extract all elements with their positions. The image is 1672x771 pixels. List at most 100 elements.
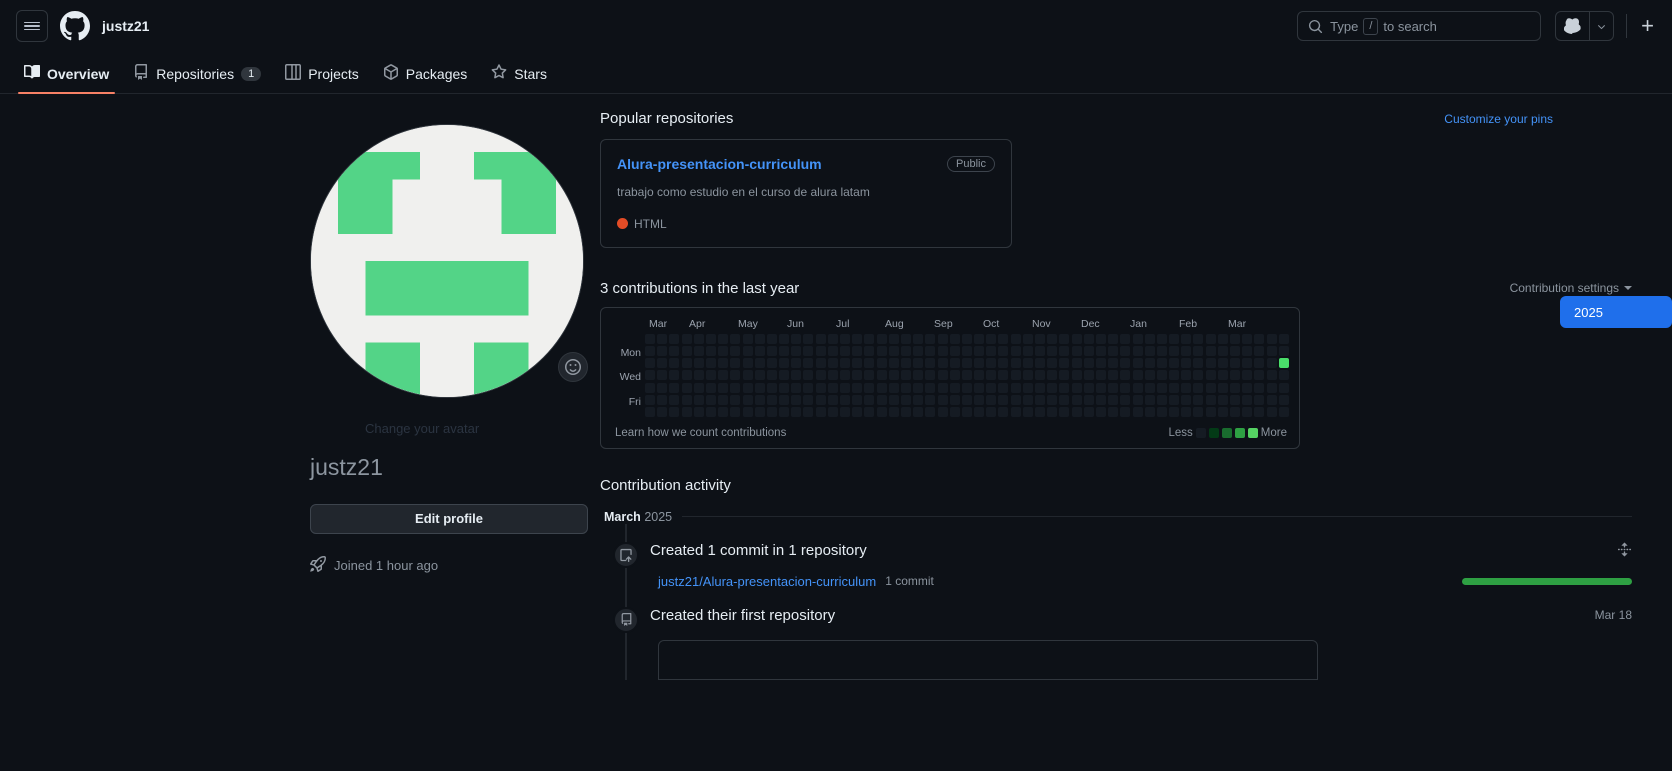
- heatmap-cell[interactable]: [1205, 370, 1216, 381]
- customize-pins-link[interactable]: Customize your pins: [1444, 112, 1652, 126]
- heatmap-cell[interactable]: [1108, 333, 1119, 344]
- heatmap-cell[interactable]: [791, 406, 802, 417]
- heatmap-cell[interactable]: [852, 394, 863, 405]
- heatmap-cell[interactable]: [1071, 345, 1082, 356]
- heatmap-cell[interactable]: [1047, 370, 1058, 381]
- heatmap-cell[interactable]: [1181, 370, 1192, 381]
- heatmap-cell[interactable]: [1083, 382, 1094, 393]
- heatmap-cell[interactable]: [961, 370, 972, 381]
- heatmap-cell[interactable]: [913, 358, 924, 369]
- heatmap-cell[interactable]: [718, 333, 729, 344]
- heatmap-cell[interactable]: [827, 394, 838, 405]
- heatmap-cell[interactable]: [998, 358, 1009, 369]
- heatmap-cell[interactable]: [1278, 394, 1289, 405]
- heatmap-cell[interactable]: [791, 345, 802, 356]
- heatmap-cell[interactable]: [1035, 394, 1045, 405]
- heatmap-cell[interactable]: [888, 394, 899, 405]
- heatmap-cell[interactable]: [779, 382, 790, 393]
- heatmap-cell[interactable]: [754, 370, 765, 381]
- heatmap-cell[interactable]: [949, 333, 960, 344]
- heatmap-cell[interactable]: [1120, 345, 1131, 356]
- heatmap-cell[interactable]: [803, 345, 814, 356]
- tab-repositories[interactable]: Repositories 1: [123, 64, 271, 93]
- heatmap-cell[interactable]: [949, 406, 960, 417]
- heatmap-cell[interactable]: [1193, 370, 1204, 381]
- heatmap-cell[interactable]: [1095, 370, 1106, 381]
- heatmap-cell[interactable]: [1217, 406, 1228, 417]
- heatmap-cell[interactable]: [1242, 370, 1253, 381]
- heatmap-cell[interactable]: [742, 382, 753, 393]
- heatmap-cell[interactable]: [1144, 358, 1155, 369]
- heatmap-cell[interactable]: [925, 382, 936, 393]
- heatmap-cell[interactable]: [1205, 333, 1216, 344]
- heatmap-cell[interactable]: [657, 358, 668, 369]
- heatmap-cell[interactable]: [1169, 333, 1180, 344]
- heatmap-cell[interactable]: [961, 406, 972, 417]
- heatmap-cell[interactable]: [669, 382, 680, 393]
- heatmap-cell[interactable]: [900, 406, 911, 417]
- heatmap-cell[interactable]: [1266, 394, 1277, 405]
- heatmap-cell[interactable]: [1193, 345, 1204, 356]
- heatmap-cell[interactable]: [974, 333, 985, 344]
- heatmap-cell[interactable]: [937, 406, 948, 417]
- heatmap-cell[interactable]: [900, 358, 911, 369]
- heatmap-cell[interactable]: [1156, 394, 1167, 405]
- heatmap-cell[interactable]: [1059, 358, 1070, 369]
- heatmap-cell[interactable]: [1059, 382, 1070, 393]
- heatmap-cell[interactable]: [1010, 382, 1021, 393]
- heatmap-cell[interactable]: [1120, 333, 1131, 344]
- heatmap-cell[interactable]: [864, 382, 875, 393]
- heatmap-cell[interactable]: [1120, 358, 1131, 369]
- heatmap-cell[interactable]: [1108, 406, 1119, 417]
- heatmap-cell[interactable]: [852, 406, 863, 417]
- heatmap-cell[interactable]: [900, 333, 911, 344]
- heatmap-cell[interactable]: [925, 345, 936, 356]
- heatmap-cell[interactable]: [974, 370, 985, 381]
- heatmap-cell[interactable]: [1156, 406, 1167, 417]
- heatmap-cell[interactable]: [1278, 370, 1289, 381]
- heatmap-cell[interactable]: [742, 406, 753, 417]
- heatmap-cell[interactable]: [1010, 345, 1021, 356]
- heatmap-cell[interactable]: [1071, 382, 1082, 393]
- heatmap-cell[interactable]: [681, 382, 692, 393]
- heatmap-cell[interactable]: [1278, 333, 1289, 344]
- heatmap-cell[interactable]: [803, 333, 814, 344]
- heatmap-cell[interactable]: [1266, 406, 1277, 417]
- learn-contributions-link[interactable]: Learn how we count contributions: [615, 427, 786, 439]
- heatmap-cell[interactable]: [986, 370, 997, 381]
- heatmap-cell[interactable]: [705, 333, 716, 344]
- heatmap-cell[interactable]: [937, 358, 948, 369]
- heatmap-cell[interactable]: [1230, 406, 1240, 417]
- contribution-heatmap[interactable]: [645, 333, 1289, 417]
- heatmap-cell[interactable]: [1132, 345, 1143, 356]
- heatmap-cell[interactable]: [1083, 345, 1094, 356]
- heatmap-cell[interactable]: [1217, 333, 1228, 344]
- heatmap-cell[interactable]: [693, 406, 704, 417]
- heatmap-cell[interactable]: [961, 382, 972, 393]
- heatmap-cell[interactable]: [791, 333, 802, 344]
- tab-stars[interactable]: Stars: [481, 64, 557, 93]
- heatmap-cell[interactable]: [645, 345, 655, 356]
- heatmap-cell[interactable]: [669, 345, 680, 356]
- heatmap-cell[interactable]: [742, 394, 753, 405]
- heatmap-cell[interactable]: [1278, 345, 1289, 356]
- smiley-icon[interactable]: [558, 352, 588, 382]
- heatmap-cell[interactable]: [986, 345, 997, 356]
- heatmap-cell[interactable]: [681, 345, 692, 356]
- heatmap-cell[interactable]: [791, 382, 802, 393]
- heatmap-cell[interactable]: [840, 333, 850, 344]
- heatmap-cell[interactable]: [1035, 358, 1045, 369]
- heatmap-cell[interactable]: [1266, 370, 1277, 381]
- heatmap-cell[interactable]: [913, 406, 924, 417]
- heatmap-cell[interactable]: [657, 382, 668, 393]
- heatmap-cell[interactable]: [1144, 370, 1155, 381]
- heatmap-cell[interactable]: [1217, 370, 1228, 381]
- heatmap-cell[interactable]: [937, 333, 948, 344]
- heatmap-cell[interactable]: [1144, 382, 1155, 393]
- create-new-button[interactable]: +: [1639, 15, 1656, 37]
- heatmap-cell[interactable]: [681, 394, 692, 405]
- heatmap-cell[interactable]: [730, 370, 741, 381]
- heatmap-cell[interactable]: [1169, 358, 1180, 369]
- heatmap-cell[interactable]: [1266, 345, 1277, 356]
- heatmap-cell[interactable]: [998, 345, 1009, 356]
